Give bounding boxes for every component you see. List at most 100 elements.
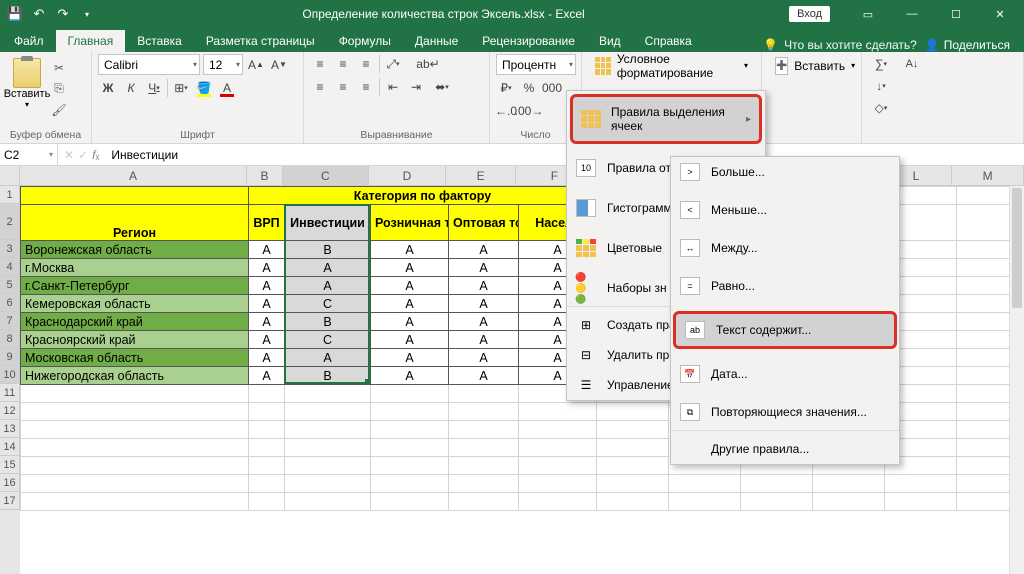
cell[interactable] — [285, 493, 371, 511]
number-format-combo[interactable]: Процентн▾ — [496, 54, 576, 75]
cell[interactable]: Регион — [21, 205, 249, 241]
cell[interactable] — [21, 187, 249, 205]
cell[interactable]: A — [371, 313, 449, 331]
tab-insert[interactable]: Вставка — [125, 30, 194, 52]
cell[interactable]: A — [249, 277, 285, 295]
row-header[interactable]: 13 — [0, 420, 20, 438]
cell[interactable]: Краснодарский край — [21, 313, 249, 331]
cell[interactable] — [371, 421, 449, 439]
comma-format-icon[interactable]: 000 — [542, 78, 562, 98]
cell[interactable] — [519, 475, 597, 493]
cell[interactable]: A — [371, 277, 449, 295]
font-name-combo[interactable]: Calibri▾ — [98, 54, 200, 75]
align-bottom-icon[interactable]: ≡ — [356, 54, 376, 74]
undo-icon[interactable]: ↶ — [28, 3, 50, 25]
copy-icon[interactable]: ⎘ — [48, 79, 70, 98]
cell[interactable]: Кемеровская область — [21, 295, 249, 313]
conditional-formatting-button[interactable]: Условное форматирование ▾ — [588, 54, 755, 77]
cell[interactable]: A — [371, 349, 449, 367]
menu-between[interactable]: ↔ Между... — [671, 233, 899, 263]
cell[interactable]: A — [371, 295, 449, 313]
menu-equal-to[interactable]: = Равно... — [671, 271, 899, 301]
cell[interactable] — [741, 493, 813, 511]
italic-button[interactable]: К — [121, 78, 141, 98]
row-header[interactable]: 6 — [0, 294, 20, 312]
row-header[interactable]: 4 — [0, 258, 20, 276]
fill-color-icon[interactable]: 🪣 — [194, 78, 214, 98]
close-icon[interactable]: ✕ — [980, 3, 1020, 25]
decrease-indent-icon[interactable]: ⇤ — [383, 77, 403, 97]
cell[interactable] — [371, 385, 449, 403]
cell[interactable] — [597, 475, 669, 493]
cell[interactable]: A — [449, 367, 519, 385]
cell[interactable] — [285, 403, 371, 421]
cell[interactable] — [285, 457, 371, 475]
cell[interactable] — [597, 493, 669, 511]
cell[interactable] — [285, 439, 371, 457]
minimize-icon[interactable]: — — [892, 3, 932, 25]
cell[interactable] — [813, 493, 885, 511]
align-center-icon[interactable]: ≡ — [333, 77, 353, 97]
cell[interactable] — [371, 493, 449, 511]
increase-decimal-icon[interactable]: ←.0 — [496, 101, 516, 121]
menu-other-rules[interactable]: Другие правила... — [671, 434, 899, 464]
column-header[interactable]: D — [369, 166, 447, 186]
fill-icon[interactable]: ↓▾ — [868, 76, 894, 96]
font-color-icon[interactable]: A — [217, 78, 237, 98]
cell[interactable] — [669, 475, 741, 493]
row-header[interactable]: 3 — [0, 240, 20, 258]
row-header[interactable]: 14 — [0, 438, 20, 456]
cell[interactable]: A — [249, 367, 285, 385]
autosum-icon[interactable]: ∑▾ — [868, 54, 894, 74]
cell[interactable] — [885, 493, 957, 511]
tab-view[interactable]: Вид — [587, 30, 633, 52]
cell[interactable] — [597, 439, 669, 457]
qat-customize-icon[interactable]: ▾ — [76, 3, 98, 25]
enter-formula-icon[interactable]: ✓ — [78, 148, 88, 162]
align-left-icon[interactable]: ≡ — [310, 77, 330, 97]
grow-font-icon[interactable]: A▲ — [246, 55, 266, 75]
cell[interactable] — [519, 439, 597, 457]
bold-button[interactable]: Ж — [98, 78, 118, 98]
tab-help[interactable]: Справка — [633, 30, 704, 52]
cell[interactable] — [249, 493, 285, 511]
tab-review[interactable]: Рецензирование — [470, 30, 587, 52]
tab-file[interactable]: Файл — [2, 30, 56, 52]
menu-less-than[interactable]: < Меньше... — [671, 195, 899, 225]
cell[interactable] — [449, 421, 519, 439]
wrap-text-icon[interactable]: ab↵ — [415, 54, 441, 74]
cell[interactable] — [21, 493, 249, 511]
cell[interactable] — [249, 385, 285, 403]
row-header[interactable]: 11 — [0, 384, 20, 402]
tab-layout[interactable]: Разметка страницы — [194, 30, 327, 52]
cell[interactable] — [813, 475, 885, 493]
menu-date-occurring[interactable]: 📅 Дата... — [671, 359, 899, 389]
cell[interactable]: A — [249, 349, 285, 367]
column-header[interactable]: C — [283, 166, 369, 186]
align-middle-icon[interactable]: ≡ — [333, 54, 353, 74]
cell[interactable] — [519, 493, 597, 511]
cell[interactable]: C — [285, 295, 371, 313]
cell[interactable]: A — [249, 295, 285, 313]
shrink-font-icon[interactable]: A▼ — [269, 55, 289, 75]
column-header[interactable]: E — [446, 166, 516, 186]
cell[interactable] — [21, 385, 249, 403]
decrease-decimal-icon[interactable]: .00→ — [519, 101, 539, 121]
select-all-corner[interactable] — [0, 166, 20, 186]
cell[interactable] — [249, 403, 285, 421]
cell[interactable]: B — [285, 367, 371, 385]
redo-icon[interactable]: ↷ — [52, 3, 74, 25]
row-header[interactable]: 12 — [0, 402, 20, 420]
cell[interactable] — [669, 493, 741, 511]
cell[interactable] — [597, 457, 669, 475]
column-header[interactable]: B — [247, 166, 283, 186]
cell[interactable] — [285, 475, 371, 493]
row-header[interactable]: 2 — [0, 204, 20, 240]
insert-function-icon[interactable]: fₓ — [92, 148, 99, 162]
cell[interactable]: B — [285, 313, 371, 331]
cell[interactable] — [519, 403, 597, 421]
cell[interactable]: Категория по фактору — [249, 187, 597, 205]
cell[interactable]: Воронежская область — [21, 241, 249, 259]
cell[interactable] — [21, 475, 249, 493]
borders-icon[interactable]: ⊞▾ — [171, 78, 191, 98]
